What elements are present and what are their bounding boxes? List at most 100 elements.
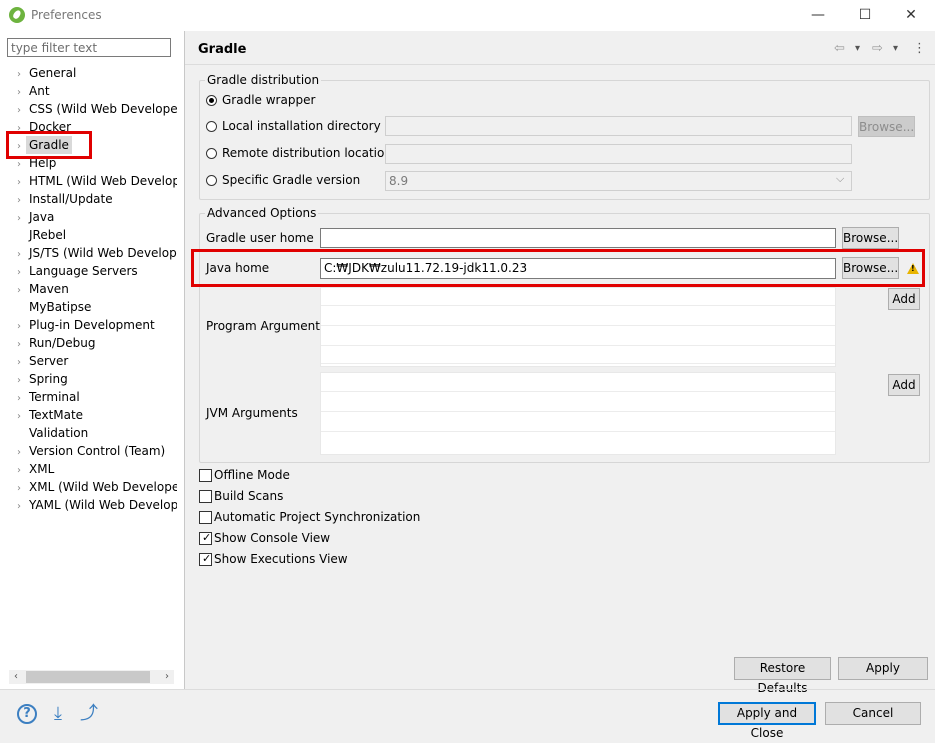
tree-item-label: Version Control (Team) <box>29 444 166 458</box>
chevron-right-icon[interactable]: › <box>12 336 26 352</box>
program-arguments-list[interactable] <box>320 287 836 367</box>
offline-mode-checkbox[interactable] <box>199 469 212 482</box>
forward-menu-icon[interactable]: ▾ <box>893 43 898 54</box>
user-home-browse-button[interactable]: Browse... <box>842 227 899 249</box>
export-preferences-icon[interactable]: ⤴ <box>79 704 99 724</box>
tree-item-xml[interactable]: › XML <box>12 460 177 478</box>
chevron-right-icon[interactable]: › <box>12 282 26 298</box>
forward-arrow-icon[interactable]: ⇨ <box>872 41 883 56</box>
list-row-divider <box>321 363 835 364</box>
chevron-right-icon[interactable]: › <box>12 462 26 478</box>
chevron-right-icon[interactable]: › <box>12 246 26 262</box>
tree-item-label: Spring <box>29 372 68 386</box>
program-arguments-label: Program Arguments <box>206 319 327 333</box>
chevron-right-icon[interactable]: › <box>12 372 26 388</box>
chevron-right-icon[interactable]: › <box>12 354 26 370</box>
back-arrow-icon[interactable]: ⇦ <box>834 41 845 56</box>
chevron-right-icon[interactable]: › <box>12 66 26 82</box>
maximize-button[interactable]: ☐ <box>850 4 880 26</box>
import-preferences-icon[interactable]: ⤓ <box>48 704 68 724</box>
chevron-right-icon[interactable]: › <box>12 174 26 190</box>
tree-item-js-ts[interactable]: ›JS/TS (Wild Web Developer) <box>12 244 177 262</box>
cancel-button[interactable]: Cancel <box>825 702 921 725</box>
group-title: Gradle distribution <box>205 73 322 87</box>
gradle-user-home-label: Gradle user home <box>206 231 314 245</box>
tree-item-yaml[interactable]: ›YAML (Wild Web Developer) <box>12 496 177 514</box>
gradle-user-home-field[interactable] <box>320 228 836 248</box>
tree-item-run-debug[interactable]: › Run/Debug <box>12 334 177 352</box>
list-row-divider <box>321 345 835 346</box>
chevron-right-icon[interactable]: › <box>12 480 26 496</box>
tree-item-java[interactable]: › Java <box>12 208 177 226</box>
tree-item-plugin-development[interactable]: › Plug-in Development <box>12 316 177 334</box>
page-title: Gradle <box>198 42 247 57</box>
show-executions-checkbox[interactable]: ✓ <box>199 552 212 566</box>
tree-item-html[interactable]: ›HTML (Wild Web Developer) <box>12 172 177 190</box>
apply-button[interactable]: Apply <box>838 657 928 680</box>
tree-item-label: HTML (Wild Web Developer) <box>29 174 177 188</box>
program-args-add-button[interactable]: Add <box>888 288 920 310</box>
tree-item-label: Server <box>29 354 69 368</box>
jvm-arguments-list[interactable] <box>320 372 836 455</box>
tree-item-spring[interactable]: › Spring <box>12 370 177 388</box>
tree-item-version-control[interactable]: › Version Control (Team) <box>12 442 177 460</box>
jvm-args-add-button[interactable]: Add <box>888 374 920 396</box>
chevron-right-icon[interactable]: › <box>12 390 26 406</box>
chevron-right-icon[interactable]: › <box>12 498 26 514</box>
chevron-right-icon[interactable]: › <box>12 192 26 208</box>
checkbox-label: Show Console View <box>214 531 331 545</box>
tree-item-maven[interactable]: › Maven <box>12 280 177 298</box>
chevron-down-icon[interactable]: ⌵ <box>836 172 844 186</box>
tree-item-ant[interactable]: › Ant <box>12 82 177 100</box>
tree-item-label: Validation <box>29 426 89 440</box>
chevron-right-icon[interactable]: › <box>12 210 26 226</box>
close-button[interactable]: ✕ <box>896 4 926 26</box>
header-divider <box>185 64 935 65</box>
tree-item-jrebel[interactable]: JRebel <box>12 226 177 244</box>
tree-item-language-servers[interactable]: › Language Servers <box>12 262 177 280</box>
tree-item-terminal[interactable]: › Terminal <box>12 388 177 406</box>
checkmark-icon: ✓ <box>202 552 212 565</box>
filter-input[interactable] <box>7 38 171 57</box>
list-row-divider <box>321 305 835 306</box>
minimize-button[interactable]: — <box>803 4 833 26</box>
tree-item-textmate[interactable]: › TextMate <box>12 406 177 424</box>
scroll-left-icon[interactable]: ‹ <box>9 670 23 684</box>
show-console-checkbox[interactable]: ✓ <box>199 531 212 545</box>
local-installation-field[interactable] <box>385 116 852 136</box>
radio-label: Local installation directory <box>222 119 381 133</box>
gradle-wrapper-radio[interactable] <box>206 95 217 106</box>
build-scans-checkbox[interactable] <box>199 490 212 503</box>
apply-and-close-button[interactable]: Apply and Close <box>718 702 816 740</box>
tree-item-mybatipse[interactable]: MyBatipse <box>12 298 177 316</box>
tree-item-label: MyBatipse <box>29 300 92 314</box>
scroll-right-icon[interactable]: › <box>160 670 174 684</box>
back-menu-icon[interactable]: ▾ <box>855 43 860 54</box>
scrollbar-thumb[interactable] <box>26 671 150 683</box>
chevron-right-icon[interactable]: › <box>12 444 26 460</box>
remote-distribution-radio[interactable] <box>206 148 217 159</box>
chevron-right-icon[interactable]: › <box>12 102 26 118</box>
restore-defaults-button[interactable]: Restore Defaults <box>734 657 831 695</box>
tree-item-label: YAML (Wild Web Developer) <box>29 498 177 512</box>
tree-item-label: XML (Wild Web Developer) <box>29 480 177 494</box>
chevron-right-icon[interactable]: › <box>12 84 26 100</box>
remote-distribution-field[interactable] <box>385 144 852 164</box>
chevron-right-icon[interactable]: › <box>12 264 26 280</box>
chevron-right-icon[interactable]: › <box>12 408 26 424</box>
more-options-icon[interactable]: ⋮ <box>913 41 926 56</box>
tree-item-validation[interactable]: Validation <box>12 424 177 442</box>
tree-item-install-update[interactable]: › Install/Update <box>12 190 177 208</box>
auto-sync-checkbox[interactable] <box>199 511 212 524</box>
specific-version-radio[interactable] <box>206 175 217 186</box>
local-installation-radio[interactable] <box>206 121 217 132</box>
tree-item-css[interactable]: › CSS (Wild Web Developer) <box>12 100 177 118</box>
local-browse-button[interactable]: Browse... <box>858 116 915 137</box>
gradle-version-select[interactable]: 8.9 <box>385 171 852 191</box>
tree-item-xml-wild-web[interactable]: › XML (Wild Web Developer) <box>12 478 177 496</box>
chevron-right-icon[interactable]: › <box>12 318 26 334</box>
tree-item-server[interactable]: › Server <box>12 352 177 370</box>
help-icon[interactable]: ? <box>17 704 37 724</box>
tree-item-general[interactable]: › General <box>12 64 177 82</box>
radio-label: Gradle wrapper <box>222 93 316 107</box>
